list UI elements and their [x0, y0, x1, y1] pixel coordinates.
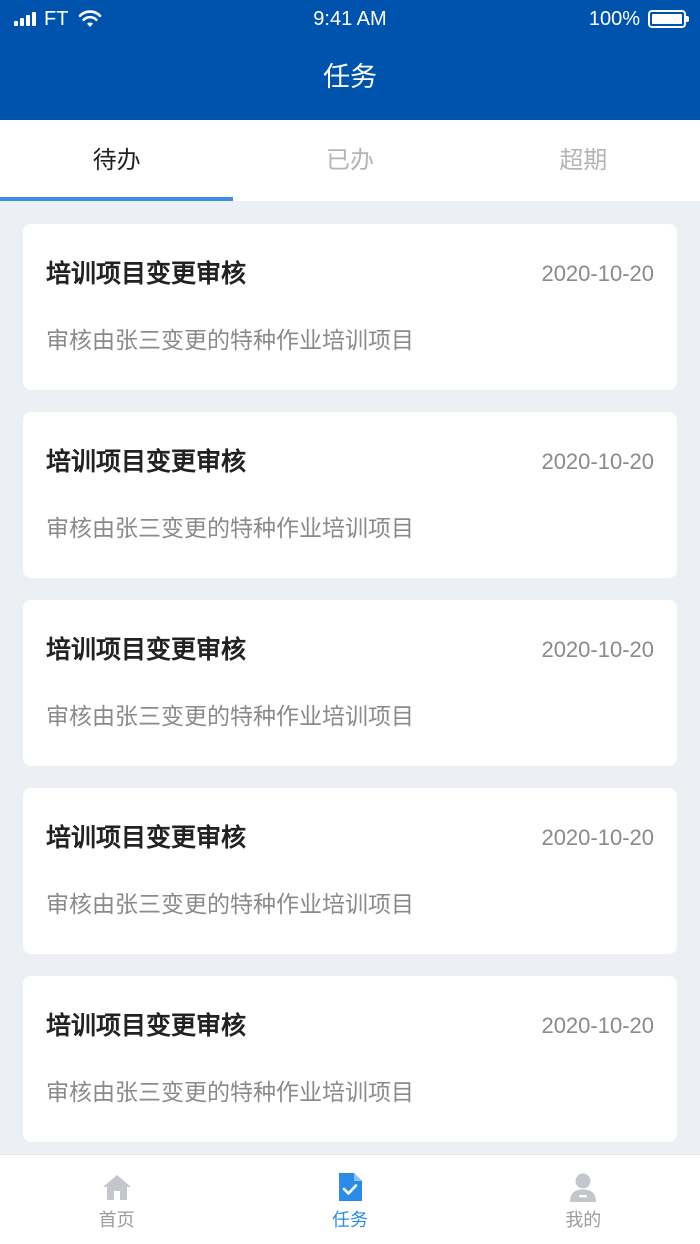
tab-overdue-label: 超期: [559, 146, 608, 174]
user-icon: [567, 1171, 599, 1203]
bottom-tab-profile-label: 我的: [565, 1210, 602, 1231]
tab-overdue[interactable]: 超期: [467, 120, 700, 201]
task-title: 培训项目变更审核: [46, 447, 247, 476]
task-title: 培训项目变更审核: [46, 635, 247, 664]
header: FT 9:41 AM 100% 任务: [0, 0, 700, 120]
task-title: 培训项目变更审核: [46, 1011, 247, 1040]
status-right: 100%: [588, 6, 689, 32]
task-document-icon: [334, 1171, 366, 1203]
tab-pending[interactable]: 待办: [0, 120, 234, 201]
task-description: 审核由张三变更的特种作业培训项目: [46, 704, 414, 730]
task-card[interactable]: 培训项目变更审核 2020-10-20 审核由张三变更的特种作业培训项目: [23, 224, 677, 390]
task-date: 2020-10-20: [541, 449, 654, 474]
battery-percentage: 100%: [588, 7, 640, 30]
task-title: 培训项目变更审核: [46, 259, 247, 288]
app-screen: FT 9:41 AM 100% 任务 待办 已办 超期 培训项目变更审核 202…: [0, 0, 700, 1244]
page-title: 任务: [323, 62, 377, 93]
task-description: 审核由张三变更的特种作业培训项目: [46, 1080, 414, 1106]
task-tabs: 待办 已办 超期: [0, 120, 700, 201]
bottom-tab-home[interactable]: 首页: [0, 1155, 233, 1244]
task-list: 培训项目变更审核 2020-10-20 审核由张三变更的特种作业培训项目 培训项…: [23, 224, 677, 1164]
tab-done-label: 已办: [325, 146, 374, 174]
task-description: 审核由张三变更的特种作业培训项目: [46, 892, 414, 918]
active-tab-indicator: [0, 197, 234, 201]
task-card[interactable]: 培训项目变更审核 2020-10-20 审核由张三变更的特种作业培训项目: [23, 788, 677, 954]
task-date: 2020-10-20: [541, 825, 654, 850]
task-date: 2020-10-20: [541, 637, 654, 662]
tab-done[interactable]: 已办: [233, 120, 466, 201]
task-card[interactable]: 培训项目变更审核 2020-10-20 审核由张三变更的特种作业培训项目: [23, 412, 677, 578]
bottom-tab-home-label: 首页: [98, 1210, 135, 1231]
tab-pending-label: 待办: [92, 146, 141, 174]
task-date: 2020-10-20: [541, 261, 654, 286]
task-card[interactable]: 培训项目变更审核 2020-10-20 审核由张三变更的特种作业培训项目: [23, 600, 677, 766]
status-bar: FT 9:41 AM 100%: [0, 0, 700, 40]
task-title: 培训项目变更审核: [46, 823, 247, 852]
battery-icon: [648, 10, 689, 28]
home-icon: [101, 1171, 133, 1203]
task-description: 审核由张三变更的特种作业培训项目: [46, 516, 414, 542]
bottom-tab-profile[interactable]: 我的: [467, 1155, 700, 1244]
task-date: 2020-10-20: [541, 1013, 654, 1038]
bottom-tab-bar: 首页 任务 我的: [0, 1154, 700, 1244]
bottom-tab-tasks[interactable]: 任务: [233, 1155, 466, 1244]
bottom-tab-tasks-label: 任务: [331, 1210, 368, 1231]
task-card[interactable]: 培训项目变更审核 2020-10-20 审核由张三变更的特种作业培训项目: [23, 976, 677, 1142]
task-description: 审核由张三变更的特种作业培训项目: [46, 328, 414, 354]
